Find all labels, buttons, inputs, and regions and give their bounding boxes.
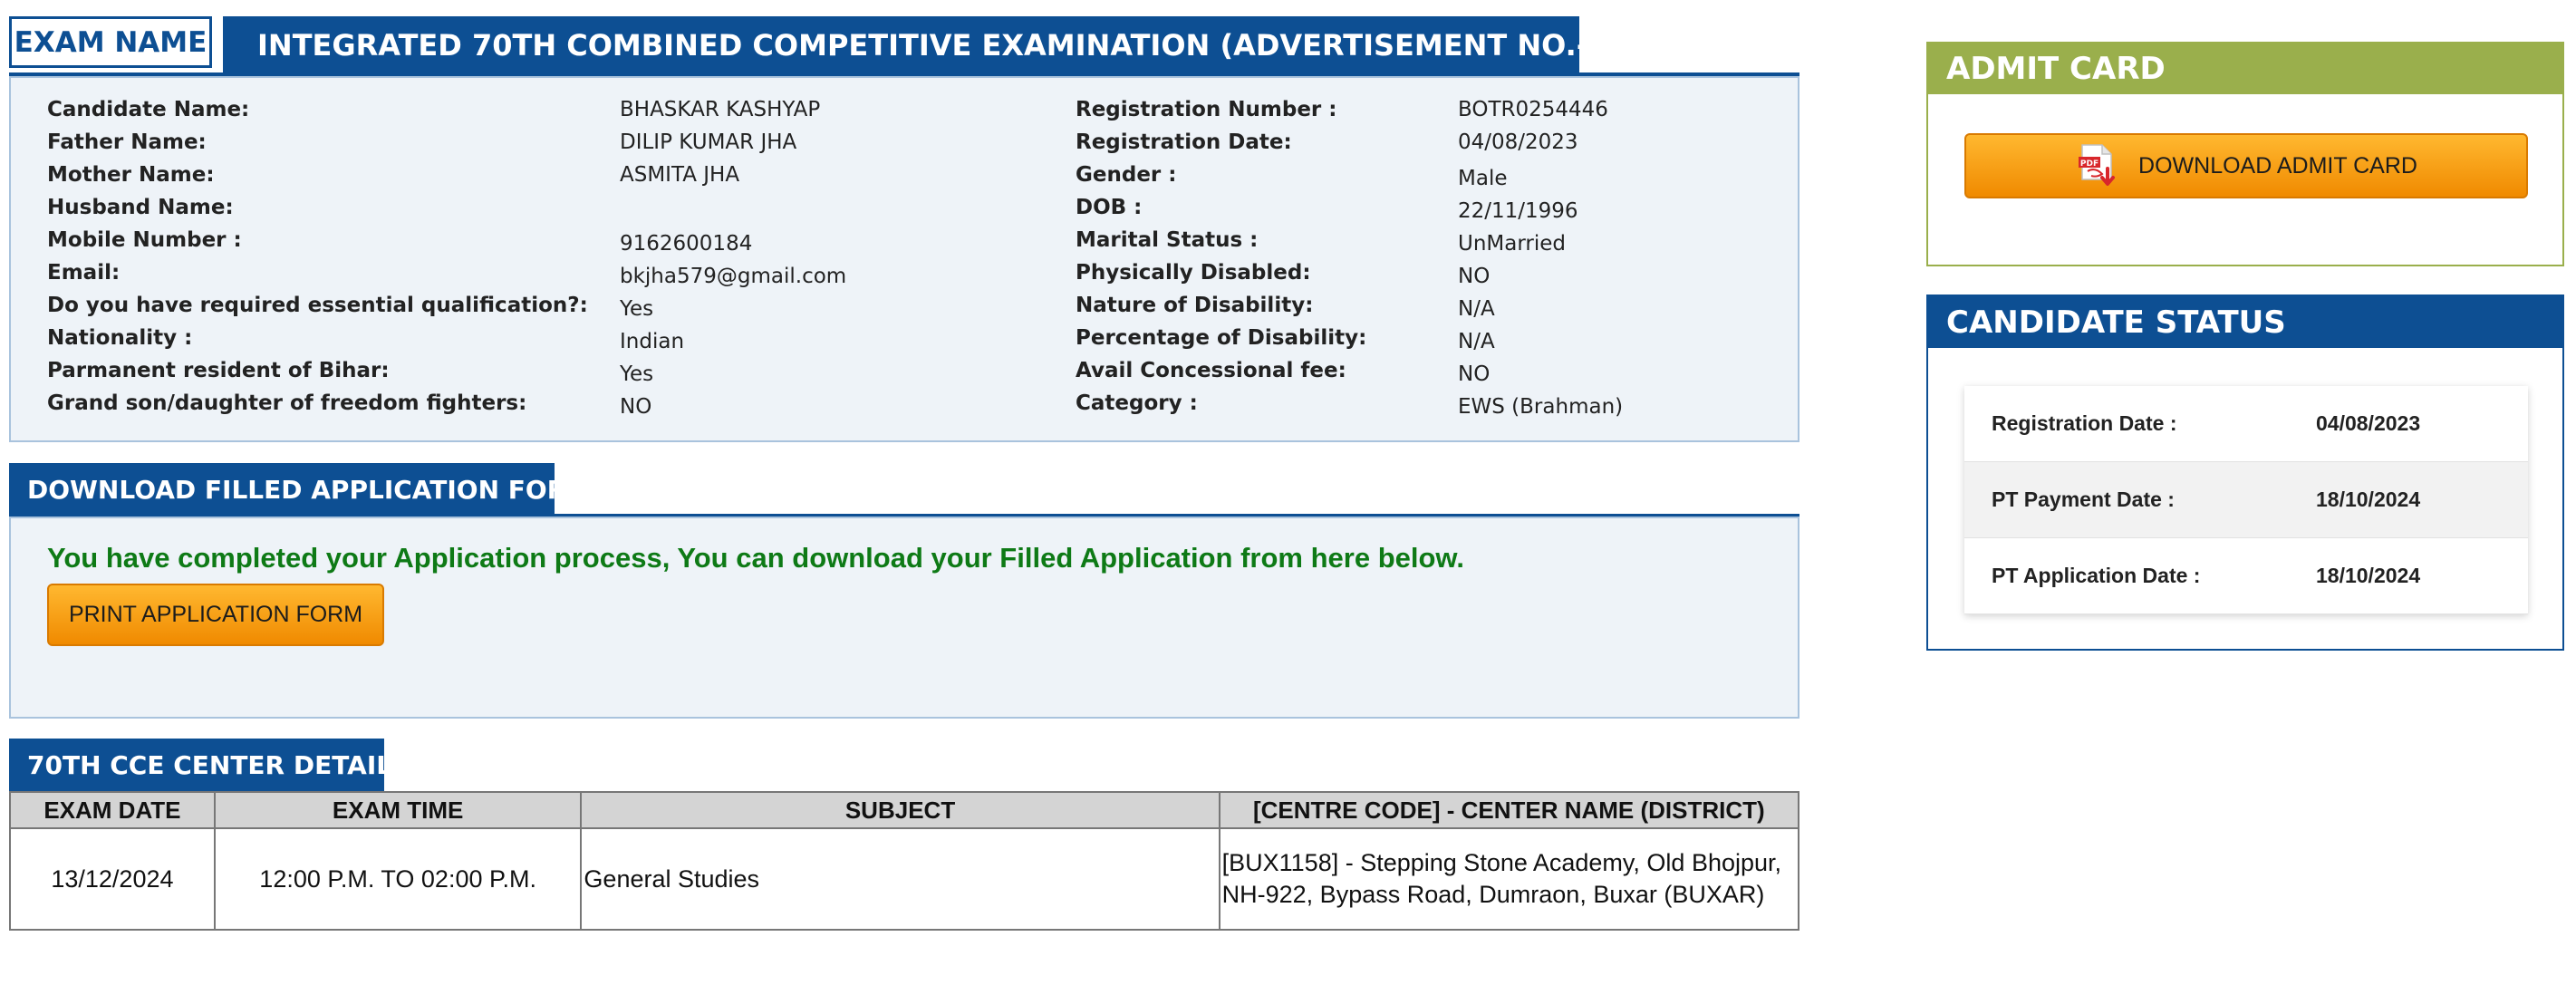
detail-value: NO: [1458, 265, 1491, 288]
detail-value: BOTR0254446: [1458, 98, 1608, 121]
exam-time-cell: 12:00 P.M. TO 02:00 P.M.: [213, 827, 583, 931]
status-label: PT Payment Date :: [1992, 488, 2175, 511]
detail-label: Father Name:: [47, 130, 207, 154]
detail-label: Avail Concessional fee:: [1076, 359, 1346, 382]
column-header-exam-time: EXAM TIME: [213, 791, 583, 829]
detail-label: Husband Name:: [47, 196, 234, 219]
detail-label: Grand son/daughter of freedom fighters:: [47, 391, 527, 415]
detail-label: Nature of Disability:: [1076, 294, 1314, 317]
detail-row: Email: bkjha579@gmail.com: [47, 261, 1044, 292]
detail-value: ASMITA JHA: [620, 163, 740, 187]
detail-value: DILIP KUMAR JHA: [620, 130, 797, 154]
detail-label: Mother Name:: [47, 163, 215, 187]
exam-name-label: EXAM NAME: [9, 16, 212, 68]
column-header-subject: SUBJECT: [580, 791, 1220, 829]
subject-cell: General Studies: [580, 827, 1220, 931]
detail-label: Percentage of Disability:: [1076, 326, 1367, 350]
candidate-status-panel: CANDIDATE STATUS Registration Date : 04/…: [1926, 295, 2564, 651]
detail-row: Physically Disabled: NO: [1076, 261, 1782, 292]
centre-cell: [BUX1158] - Stepping Stone Academy, Old …: [1218, 827, 1800, 931]
detail-value: NO: [1458, 362, 1491, 386]
exam-title: INTEGRATED 70TH COMBINED COMPETITIVE EXA…: [223, 16, 1769, 73]
status-value: 04/08/2023: [2316, 411, 2421, 435]
detail-value: Yes: [620, 362, 654, 386]
detail-row: Marital Status : UnMarried: [1076, 228, 1782, 259]
candidate-status-header: CANDIDATE STATUS: [1928, 296, 2562, 348]
status-list: Registration Date : 04/08/2023 PT Paymen…: [1964, 386, 2528, 614]
detail-value: EWS (Brahman): [1458, 395, 1624, 419]
detail-label: Registration Number :: [1076, 98, 1337, 121]
detail-row: Nature of Disability: N/A: [1076, 294, 1782, 324]
table-header-row: EXAM DATE EXAM TIME SUBJECT [CENTRE CODE…: [9, 791, 1800, 829]
detail-row: Nationality : Indian: [47, 326, 1044, 357]
print-application-form-button[interactable]: PRINT APPLICATION FORM: [47, 584, 384, 646]
detail-row: Avail Concessional fee: NO: [1076, 359, 1782, 390]
column-header-centre: [CENTRE CODE] - CENTER NAME (DISTRICT): [1218, 791, 1800, 829]
status-row: Registration Date : 04/08/2023: [1964, 386, 2528, 462]
detail-value: 22/11/1996: [1458, 199, 1578, 223]
center-details-header: 70TH CCE CENTER DETAILS: [9, 739, 410, 791]
detail-row: DOB : 22/11/1996: [1076, 196, 1782, 227]
admit-card-header: ADMIT CARD: [1928, 43, 2562, 94]
detail-value: Indian: [620, 330, 685, 353]
detail-value: Male: [1458, 167, 1508, 190]
status-value: 18/10/2024: [2316, 488, 2421, 511]
admit-card-panel: ADMIT CARD PDF DOWNLOAD ADMIT CARD: [1926, 42, 2564, 266]
download-admit-card-label: DOWNLOAD ADMIT CARD: [2138, 152, 2417, 179]
detail-row: Registration Date: 04/08/2023: [1076, 130, 1782, 161]
status-value: 18/10/2024: [2316, 564, 2421, 587]
detail-value: UnMarried: [1458, 232, 1566, 256]
candidate-details-panel: Candidate Name: BHASKAR KASHYAP Father N…: [9, 76, 1799, 442]
detail-label: Candidate Name:: [47, 98, 250, 121]
detail-row: Husband Name:: [47, 196, 1044, 227]
detail-label: Registration Date:: [1076, 130, 1292, 154]
detail-label: Marital Status :: [1076, 228, 1259, 252]
detail-row: Do you have required essential qualifica…: [47, 294, 1044, 324]
exam-date-cell: 13/12/2024: [9, 827, 216, 931]
detail-row: Registration Number : BOTR0254446: [1076, 98, 1782, 129]
detail-label: Category :: [1076, 391, 1198, 415]
detail-label: Physically Disabled:: [1076, 261, 1311, 285]
center-details-table: EXAM DATE EXAM TIME SUBJECT [CENTRE CODE…: [9, 791, 1800, 931]
exam-header: EXAM NAME INTEGRATED 70TH COMBINED COMPE…: [9, 16, 1799, 76]
download-admit-card-button[interactable]: PDF DOWNLOAD ADMIT CARD: [1964, 133, 2528, 198]
status-row: PT Payment Date : 18/10/2024: [1964, 462, 2528, 538]
detail-row: Percentage of Disability: N/A: [1076, 326, 1782, 357]
pdf-icon: PDF: [2075, 143, 2122, 188]
status-label: Registration Date :: [1992, 411, 2177, 435]
detail-value: N/A: [1458, 297, 1495, 321]
detail-value: NO: [620, 395, 652, 419]
download-form-panel: You have completed your Application proc…: [9, 517, 1799, 719]
detail-label: Do you have required essential qualifica…: [47, 294, 588, 317]
download-form-header: DOWNLOAD FILLED APPLICATION FORM:: [9, 463, 602, 516]
detail-row: Category : EWS (Brahman): [1076, 391, 1782, 422]
detail-label: Email:: [47, 261, 121, 285]
detail-row: Gender : Male: [1076, 163, 1782, 194]
detail-value: N/A: [1458, 330, 1495, 353]
detail-row: Grand son/daughter of freedom fighters: …: [47, 391, 1044, 422]
detail-row: Candidate Name: BHASKAR KASHYAP: [47, 98, 1044, 129]
detail-value: BHASKAR KASHYAP: [620, 98, 821, 121]
status-label: PT Application Date :: [1992, 564, 2201, 587]
table-row: 13/12/2024 12:00 P.M. TO 02:00 P.M. Gene…: [9, 827, 1800, 931]
detail-row: Mother Name: ASMITA JHA: [47, 163, 1044, 194]
detail-row: Father Name: DILIP KUMAR JHA: [47, 130, 1044, 161]
detail-value: 9162600184: [620, 232, 753, 256]
status-row: PT Application Date : 18/10/2024: [1964, 538, 2528, 614]
svg-text:PDF: PDF: [2080, 159, 2098, 169]
column-header-exam-date: EXAM DATE: [9, 791, 216, 829]
detail-label: Nationality :: [47, 326, 193, 350]
detail-row: Mobile Number : 9162600184: [47, 228, 1044, 259]
detail-label: Mobile Number :: [47, 228, 242, 252]
detail-value: bkjha579@gmail.com: [620, 265, 847, 288]
completion-message: You have completed your Application proc…: [47, 542, 1465, 574]
detail-label: Parmanent resident of Bihar:: [47, 359, 390, 382]
detail-value: Yes: [620, 297, 654, 321]
detail-row: Parmanent resident of Bihar: Yes: [47, 359, 1044, 390]
detail-value: 04/08/2023: [1458, 130, 1578, 154]
detail-label: DOB :: [1076, 196, 1143, 219]
detail-label: Gender :: [1076, 163, 1177, 187]
